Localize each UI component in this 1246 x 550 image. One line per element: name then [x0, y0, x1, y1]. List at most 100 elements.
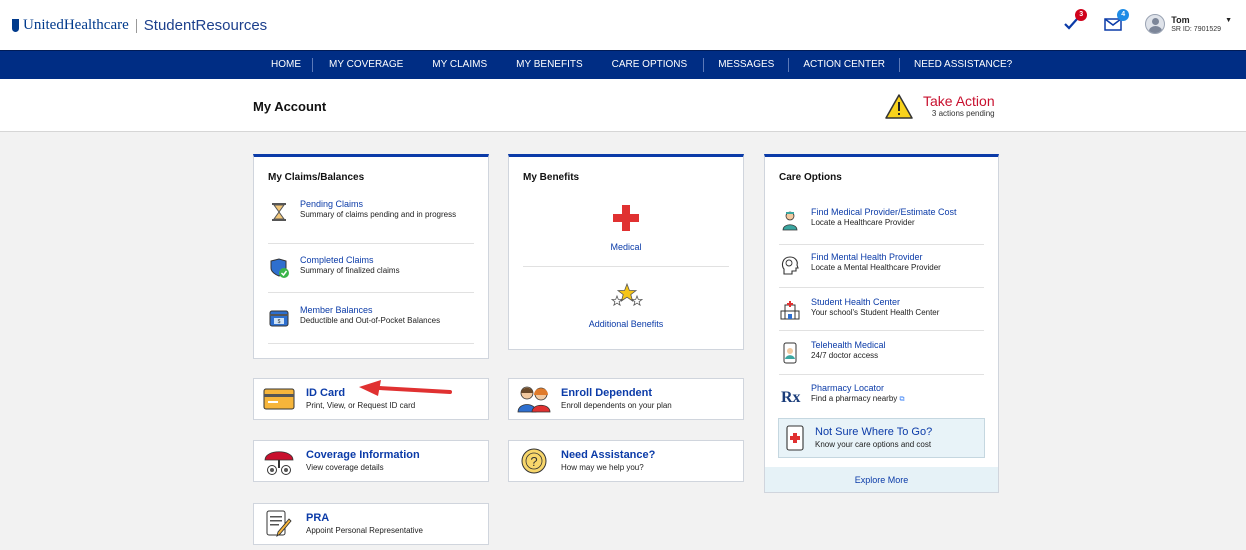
- uhc-shield-icon: [12, 19, 19, 32]
- id-card-icon: [262, 384, 296, 414]
- coverage-information-tile[interactable]: Coverage Information View coverage detail…: [253, 440, 489, 482]
- care-item-pharmacy[interactable]: Rx Pharmacy Locator Find a pharmacy nearb…: [779, 383, 984, 407]
- top-bar: UnitedHealthcare StudentResources 3 4 To…: [0, 0, 1246, 50]
- brand-name: UnitedHealthcare: [23, 17, 129, 33]
- external-link-icon[interactable]: ⧉: [900, 396, 905, 403]
- divider: [268, 343, 474, 344]
- care-item-sub: Find a pharmacy nearby ⧉: [811, 394, 905, 405]
- pra-tile[interactable]: PRA Appoint Personal Representative: [253, 503, 489, 545]
- hospital-icon: [780, 301, 800, 320]
- actions-pending: 3 actions pending: [931, 109, 995, 118]
- nav-my-claims[interactable]: MY CLAIMS: [421, 58, 505, 72]
- coverage-sub: View coverage details: [306, 463, 384, 472]
- care-item-medical-provider[interactable]: Find Medical Provider/Estimate Cost Locat…: [779, 207, 984, 231]
- care-item-sub: Your school's Student Health Center: [811, 308, 940, 317]
- chevron-down-icon[interactable]: ▼: [1225, 17, 1232, 24]
- messages-badge: 4: [1117, 9, 1130, 21]
- need-assistance-tile[interactable]: ? Need Assistance? How may we help you?: [508, 440, 744, 482]
- stars-icon[interactable]: [611, 283, 643, 309]
- care-item-title[interactable]: Pharmacy Locator: [811, 383, 905, 394]
- enroll-title[interactable]: Enroll Dependent: [561, 387, 672, 400]
- phone-doctor-icon: [783, 342, 797, 364]
- nav-home[interactable]: HOME: [260, 58, 313, 72]
- completed-claims-item[interactable]: Completed Claims Summary of finalized cla…: [268, 255, 474, 279]
- hourglass-icon: [272, 203, 286, 221]
- take-action-label: Take Action: [923, 93, 995, 109]
- pending-claims-sub: Summary of claims pending and in progres…: [300, 210, 457, 219]
- wallet-icon: $: [269, 310, 289, 327]
- divider: [268, 292, 474, 293]
- nav-need-assistance[interactable]: NEED ASSISTANCE?: [900, 58, 1023, 72]
- document-pen-icon: [262, 509, 296, 539]
- warning-icon: [885, 94, 913, 119]
- user-menu[interactable]: Tom SR ID: 7901529 ▼: [1145, 14, 1232, 34]
- member-balances-title[interactable]: Member Balances: [300, 305, 440, 316]
- actions-icon[interactable]: 3: [1061, 9, 1088, 34]
- divider: [779, 287, 984, 288]
- red-arrow-annotation: [359, 380, 452, 396]
- nav-my-coverage[interactable]: MY COVERAGE: [313, 58, 421, 72]
- care-item-title[interactable]: Find Mental Health Provider: [811, 252, 941, 263]
- benefits-card: My Benefits Medical Additional Benefits: [508, 154, 744, 350]
- care-item-sub: 24/7 doctor access: [811, 351, 879, 360]
- care-item-title[interactable]: Find Medical Provider/Estimate Cost: [811, 207, 957, 218]
- brand-logo[interactable]: UnitedHealthcare StudentResources: [12, 17, 267, 34]
- page-title: My Account: [253, 99, 327, 114]
- user-name: Tom: [1171, 14, 1190, 25]
- member-balances-item[interactable]: $ Member Balances Deductible and Out-of-P…: [268, 305, 474, 329]
- nav-messages[interactable]: MESSAGES: [704, 58, 790, 72]
- care-item-title[interactable]: Telehealth Medical: [811, 340, 886, 351]
- nav-my-benefits[interactable]: MY BENEFITS: [505, 58, 601, 72]
- question-icon: ?: [517, 446, 551, 476]
- divider: [523, 266, 729, 267]
- medical-cross-icon[interactable]: [612, 204, 640, 232]
- umbrella-icon: [262, 446, 296, 476]
- avatar: [1145, 14, 1166, 34]
- brand-divider: [135, 18, 137, 33]
- assist-title[interactable]: Need Assistance?: [561, 449, 655, 462]
- divider: [779, 374, 984, 375]
- pending-claims-title[interactable]: Pending Claims: [300, 199, 456, 210]
- svg-text:?: ?: [530, 454, 537, 469]
- explore-more-link[interactable]: Explore More: [764, 467, 999, 493]
- not-sure-title[interactable]: Not Sure Where To Go?: [815, 426, 932, 439]
- family-icon: [517, 384, 551, 414]
- benefits-title: My Benefits: [523, 172, 580, 183]
- completed-claims-sub: Summary of finalized claims: [300, 266, 400, 275]
- rx-icon: Rx: [781, 389, 801, 406]
- completed-claims-title[interactable]: Completed Claims: [300, 255, 400, 266]
- take-action[interactable]: Take Action 3 actions pending: [884, 93, 995, 120]
- assist-sub: How may we help you?: [561, 463, 644, 472]
- divider: [779, 244, 984, 245]
- clipboard-icon: [786, 425, 804, 451]
- messages-icon[interactable]: 4: [1103, 9, 1130, 34]
- nav-care-options[interactable]: CARE OPTIONS: [601, 58, 705, 72]
- care-item-sub: Locate a Healthcare Provider: [811, 218, 915, 227]
- pra-title[interactable]: PRA: [306, 512, 423, 525]
- enroll-dependent-tile[interactable]: Enroll Dependent Enroll dependents on you…: [508, 378, 744, 420]
- care-item-student-health[interactable]: Student Health Center Your school's Stude…: [779, 297, 984, 321]
- claims-title: My Claims/Balances: [268, 172, 365, 183]
- member-balances-sub: Deductible and Out-of-Pocket Balances: [300, 316, 441, 325]
- nav-action-center[interactable]: ACTION CENTER: [789, 58, 901, 72]
- coverage-title[interactable]: Coverage Information: [306, 449, 420, 462]
- pending-claims-item[interactable]: Pending Claims Summary of claims pending …: [268, 199, 474, 223]
- account-bar: My Account Take Action 3 actions pending: [0, 79, 1246, 132]
- user-id: SR ID: 7901529: [1171, 25, 1222, 33]
- doctor-icon: [782, 211, 798, 231]
- additional-benefits-link[interactable]: Additional Benefits: [509, 319, 743, 329]
- care-options-title: Care Options: [779, 172, 842, 183]
- enroll-sub: Enroll dependents on your plan: [561, 401, 672, 410]
- not-sure-where-to-go[interactable]: Not Sure Where To Go? Know your care opt…: [778, 418, 985, 458]
- pra-sub: Appoint Personal Representative: [306, 526, 423, 535]
- care-item-mental-health[interactable]: Find Mental Health Provider Locate a Ment…: [779, 252, 984, 276]
- main-nav: HOME MY COVERAGE MY CLAIMS MY BENEFITS C…: [0, 50, 1246, 79]
- care-item-telehealth[interactable]: Telehealth Medical 24/7 doctor access: [779, 340, 984, 364]
- care-item-title[interactable]: Student Health Center: [811, 297, 939, 308]
- svg-text:$: $: [278, 319, 281, 325]
- divider: [779, 330, 984, 331]
- medical-link[interactable]: Medical: [509, 242, 743, 252]
- brand-product: StudentResources: [143, 17, 268, 34]
- shield-check-icon: [270, 258, 289, 278]
- not-sure-sub: Know your care options and cost: [815, 440, 932, 449]
